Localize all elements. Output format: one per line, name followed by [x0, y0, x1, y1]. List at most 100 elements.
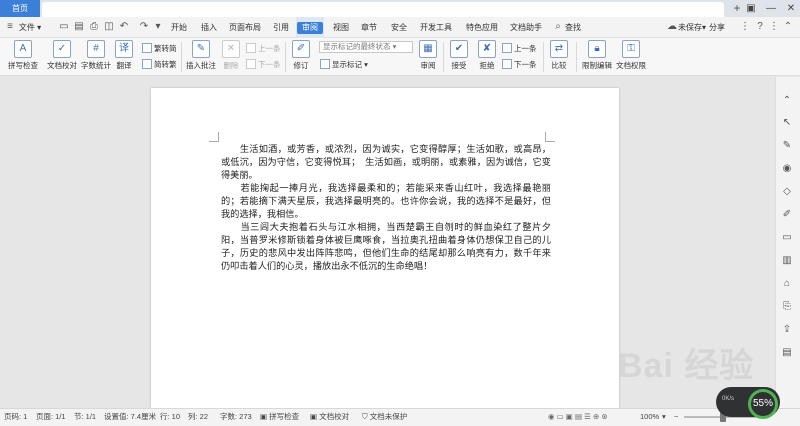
- menu-start[interactable]: 开始: [166, 17, 192, 38]
- translate-button[interactable]: 译翻译: [114, 40, 134, 71]
- to-traditional-button[interactable]: 繁转简: [142, 43, 177, 55]
- reject-button[interactable]: ✘ 拒绝: [476, 40, 498, 71]
- shapes-icon[interactable]: ◇: [779, 184, 795, 200]
- save-icon[interactable]: ▭: [58, 21, 70, 33]
- menu-insert[interactable]: 插入: [196, 17, 222, 38]
- zoom-dropdown-icon[interactable]: ▾: [662, 408, 666, 426]
- share-icon[interactable]: ⇪: [779, 322, 795, 338]
- menu-file[interactable]: 文件 ▾: [16, 17, 44, 38]
- zoom-out-icon[interactable]: −: [674, 408, 678, 426]
- status-pages[interactable]: 页面: 1/1: [36, 408, 66, 426]
- menu-review[interactable]: 审阅: [296, 17, 324, 38]
- menu-page-layout[interactable]: 页面布局: [226, 17, 264, 38]
- compare-button[interactable]: ⇄ 比较: [548, 40, 570, 71]
- to-traditional-icon: [142, 43, 152, 53]
- status-section[interactable]: 节: 1/1: [74, 408, 96, 426]
- proofread-icon: ✓: [53, 40, 71, 58]
- view-icons[interactable]: ◉ ▭ ▣ ▤ ☰ ⊕ ⊛: [548, 408, 608, 426]
- window-layout-icon[interactable]: ▣: [742, 0, 760, 17]
- delete-comment-icon: ✕: [222, 40, 240, 58]
- collapse-ribbon-icon[interactable]: ⌃: [782, 21, 794, 33]
- to-simplified-icon: [142, 59, 152, 69]
- location-icon[interactable]: ◉: [779, 161, 795, 177]
- tab-home[interactable]: 首页: [0, 0, 40, 17]
- margin-corner-top-right: [545, 132, 555, 142]
- style-icon[interactable]: ✎: [779, 138, 795, 154]
- speed-gauge: 55%: [748, 389, 778, 419]
- unsaved-status[interactable]: 未保存▾: [676, 17, 708, 38]
- paragraph-2[interactable]: 若能掬起一捧月光，我选择最柔和的；若能采来香山红叶，我选择最艳丽的；若能摘下满天…: [221, 182, 551, 221]
- export-icon[interactable]: ▤: [779, 345, 795, 361]
- share-button[interactable]: 分享: [708, 17, 726, 38]
- document-tab[interactable]: [42, 2, 724, 17]
- doc-permissions-button[interactable]: ⚿ 文档权限: [614, 40, 648, 71]
- next-change-button[interactable]: 下一条: [502, 59, 537, 71]
- export-pdf-icon[interactable]: ▤: [73, 21, 85, 33]
- status-wordcount[interactable]: 字数: 273: [220, 408, 252, 426]
- restrict-edit-button[interactable]: 🔒︎ 限制编辑: [581, 40, 613, 71]
- accept-icon: ✔: [450, 40, 468, 58]
- menu-doc-assistant[interactable]: 文档助手: [506, 17, 546, 38]
- show-markup-button[interactable]: 显示标记 ▾: [320, 59, 368, 71]
- status-column[interactable]: 列: 22: [188, 408, 208, 426]
- next-comment-button[interactable]: 下一条: [246, 59, 281, 71]
- undo-icon[interactable]: ↶: [118, 21, 130, 33]
- settings-icon[interactable]: ⋮: [739, 21, 751, 33]
- search-button[interactable]: 查找: [562, 17, 584, 38]
- prev-change-button[interactable]: 上一条: [502, 43, 537, 55]
- markup-state-select[interactable]: 显示标记的最终状态 ▾: [319, 41, 413, 53]
- save-cloud-icon[interactable]: ⌂: [779, 276, 795, 292]
- restrict-edit-icon: 🔒︎: [588, 40, 606, 58]
- track-changes-button[interactable]: ✐ 修订: [290, 40, 312, 71]
- spellcheck-button[interactable]: A 拼写检查: [4, 40, 42, 71]
- doc-permissions-icon: ⚿: [622, 40, 640, 58]
- zoom-level[interactable]: 100%: [640, 408, 659, 426]
- wordcount-button[interactable]: # 字数统计: [80, 40, 112, 71]
- document-body[interactable]: 生活如酒，或芳香，或浓烈，因为诚实，它变得醇厚；生活如歌，或高昂，或低沉，因为守…: [221, 143, 551, 273]
- menu-references[interactable]: 引用: [268, 17, 294, 38]
- menu-features[interactable]: 特色应用: [462, 17, 502, 38]
- prev-comment-button[interactable]: 上一条: [246, 43, 281, 55]
- insert-comment-button[interactable]: ✎ 插入批注: [186, 40, 216, 71]
- menu-security[interactable]: 安全: [386, 17, 412, 38]
- comment-icon: ✎: [192, 40, 210, 58]
- print-icon[interactable]: ⎙: [88, 21, 100, 33]
- hamburger-icon[interactable]: ≡: [4, 21, 16, 33]
- menu-developer[interactable]: 开发工具: [416, 17, 456, 38]
- backup-icon[interactable]: ⎘: [779, 299, 795, 315]
- more-dropdown-icon[interactable]: ▾: [152, 21, 164, 33]
- close-icon[interactable]: ✕: [782, 0, 800, 17]
- sidebar-collapse-icon[interactable]: ⌃: [779, 93, 795, 109]
- menu-chapter[interactable]: 章节: [356, 17, 382, 38]
- status-protection[interactable]: ⛉ 文档未保护: [362, 408, 407, 426]
- proofread-button[interactable]: ✓ 文档校对: [46, 40, 78, 71]
- status-proofread[interactable]: ▣ 文档校对: [310, 408, 349, 426]
- ribbon-divider: [443, 42, 444, 72]
- status-row[interactable]: 行: 10: [160, 408, 180, 426]
- to-simplified-button[interactable]: 简转繁: [142, 59, 177, 71]
- status-spellcheck[interactable]: ▣ 拼写检查: [260, 408, 299, 426]
- status-page-number[interactable]: 页码: 1: [4, 408, 27, 426]
- accept-button[interactable]: ✔ 接受: [448, 40, 470, 71]
- delete-comment-button[interactable]: ✕ 删除: [220, 40, 242, 71]
- status-setting[interactable]: 设置值: 7.4厘米: [104, 408, 156, 426]
- help-icon[interactable]: ?: [754, 21, 766, 33]
- menu-review-label: 审阅: [297, 22, 323, 34]
- minimize-icon[interactable]: —: [762, 0, 780, 17]
- baidu-jingyan-watermark: Bai 经验: [618, 347, 755, 385]
- show-markup-icon: [320, 59, 330, 69]
- layout-icon[interactable]: ▭: [779, 230, 795, 246]
- review-pane-button[interactable]: ▦ 审阅: [418, 40, 438, 71]
- more-icon[interactable]: ⋮: [768, 21, 780, 33]
- cursor-select-icon[interactable]: ↖: [779, 115, 795, 131]
- paragraph-1[interactable]: 生活如酒，或芳香，或浓烈，因为诚实，它变得醇厚；生活如歌，或高昂，或低沉，因为守…: [221, 143, 551, 182]
- print-preview-icon[interactable]: ◫: [103, 21, 115, 33]
- redo-icon[interactable]: ↷: [138, 21, 150, 33]
- menu-view[interactable]: 视图: [328, 17, 354, 38]
- compare-icon: ⇄: [550, 40, 568, 58]
- paragraph-3[interactable]: 当三闾大夫抱着石头与江水相拥，当西楚霸王自刎时的鲜血染红了整片夕阳，当普罗米修斯…: [221, 221, 551, 273]
- edit-icon[interactable]: ✐: [779, 207, 795, 223]
- ribbon-divider: [181, 42, 182, 72]
- next-change-icon: [502, 59, 512, 69]
- chart-icon[interactable]: ▥: [779, 253, 795, 269]
